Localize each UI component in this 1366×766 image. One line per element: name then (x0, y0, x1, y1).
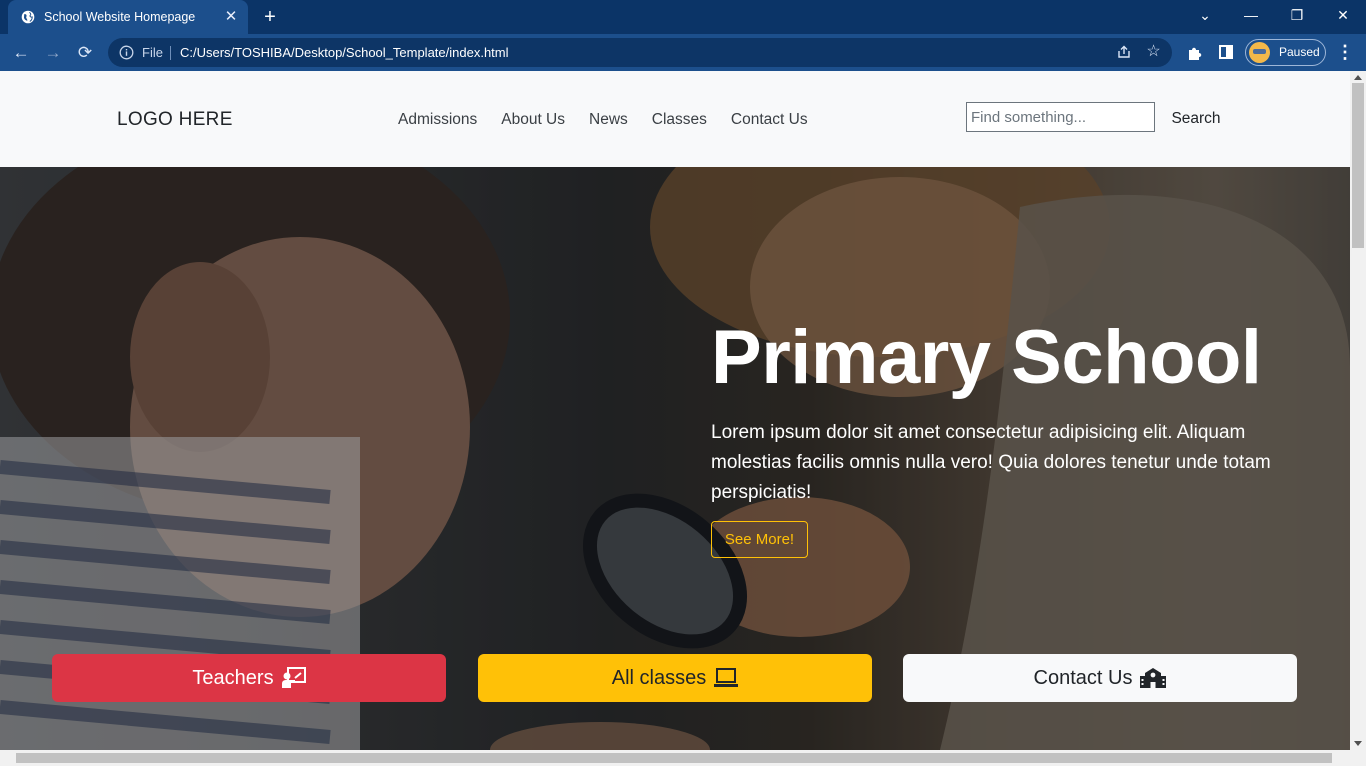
contact-us-button[interactable]: Contact Us (903, 654, 1297, 702)
side-panel-icon[interactable] (1219, 45, 1233, 59)
teachers-button-label: Teachers (192, 666, 274, 689)
globe-icon (21, 10, 35, 24)
all-classes-button[interactable]: All classes (478, 654, 872, 702)
site-navbar: LOGO HERE Admissions About Us News Class… (0, 71, 1350, 167)
address-bar[interactable]: File C:/Users/TOSHIBA/Desktop/School_Tem… (108, 38, 1172, 67)
browser-toolbar: ← → ⟳ File C:/Users/TOSHIBA/Desktop/Scho… (0, 34, 1366, 71)
back-button[interactable]: ← (10, 42, 32, 64)
contact-us-button-label: Contact Us (1033, 666, 1133, 689)
page-viewport: LOGO HERE Admissions About Us News Class… (0, 71, 1350, 750)
search-button[interactable]: Search (1164, 102, 1228, 136)
nav-link-classes[interactable]: Classes (652, 111, 707, 129)
restore-icon[interactable]: ❐ (1274, 0, 1320, 30)
new-tab-button[interactable]: + (258, 6, 282, 28)
close-window-icon[interactable]: ✕ (1320, 0, 1366, 30)
avatar (1249, 42, 1270, 63)
info-icon[interactable] (119, 45, 134, 60)
share-icon[interactable] (1116, 44, 1132, 60)
minimize-icon[interactable]: — (1228, 0, 1274, 30)
school-building-icon (1140, 668, 1167, 688)
tab-title: School Website Homepage (44, 10, 196, 24)
nav-link-about-us[interactable]: About Us (501, 111, 565, 129)
vertical-scrollbar[interactable] (1350, 71, 1366, 750)
profile-status: Paused (1279, 45, 1320, 59)
tab-close-icon[interactable]: ✕ (222, 8, 240, 26)
vertical-scroll-thumb[interactable] (1352, 83, 1364, 248)
search-input[interactable] (966, 102, 1155, 132)
teacher-board-icon (281, 667, 306, 688)
horizontal-scrollbar[interactable] (0, 750, 1366, 766)
url-text[interactable]: C:/Users/TOSHIBA/Desktop/School_Template… (180, 45, 509, 60)
tab-search-icon[interactable]: ⌄ (1182, 0, 1228, 30)
teachers-button[interactable]: Teachers (52, 654, 446, 702)
nav-link-admissions[interactable]: Admissions (398, 111, 477, 129)
horizontal-scroll-thumb[interactable] (16, 753, 1332, 763)
star-icon[interactable]: ☆ (1145, 43, 1162, 60)
browser-tab-bar: School Website Homepage ✕ + ⌄ — ❐ ✕ (0, 0, 1366, 34)
all-classes-button-label: All classes (611, 666, 707, 689)
see-more-button[interactable]: See More! (711, 521, 808, 558)
scheme-label: File (142, 45, 163, 60)
kebab-menu-icon[interactable]: ⋮ (1336, 41, 1354, 63)
hero-section: Primary School Lorem ipsum dolor sit ame… (0, 167, 1350, 750)
hero-description: Lorem ipsum dolor sit amet consectetur a… (711, 422, 1271, 503)
scroll-up-arrow[interactable] (1354, 75, 1362, 80)
nav-links: Admissions About Us News Classes Contact… (398, 111, 808, 129)
nav-link-news[interactable]: News (589, 111, 628, 129)
site-logo[interactable]: LOGO HERE (117, 109, 233, 131)
address-divider (170, 46, 171, 60)
hero-title: Primary School (711, 315, 1262, 400)
browser-tab[interactable]: School Website Homepage ✕ (8, 0, 248, 34)
puzzle-icon[interactable] (1186, 44, 1204, 62)
laptop-icon (714, 668, 739, 687)
scroll-down-arrow[interactable] (1354, 741, 1362, 746)
nav-link-contact-us[interactable]: Contact Us (731, 111, 808, 129)
profile-button[interactable]: Paused (1245, 39, 1326, 66)
forward-button[interactable]: → (42, 42, 64, 64)
reload-button[interactable]: ⟳ (74, 42, 96, 64)
